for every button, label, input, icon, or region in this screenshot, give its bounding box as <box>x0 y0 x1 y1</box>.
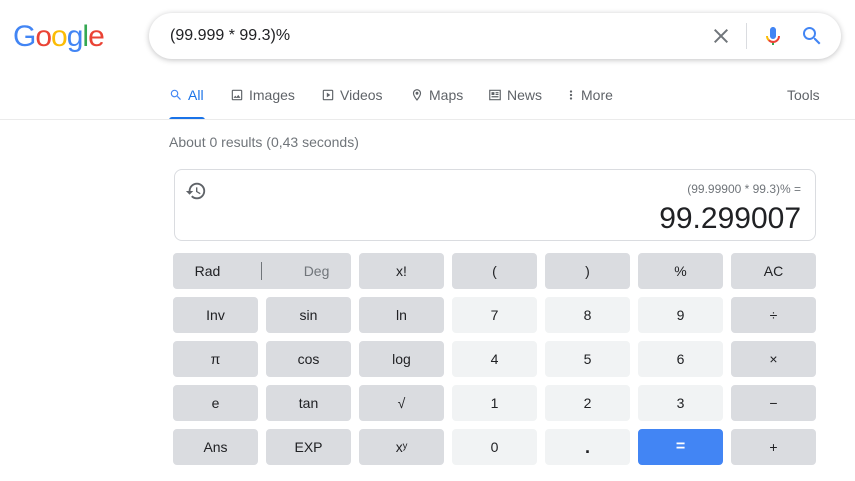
digit-0-key[interactable]: 0 <box>452 429 537 465</box>
tab-more[interactable]: More <box>566 87 613 119</box>
close-paren-key[interactable]: ) <box>545 253 630 289</box>
pi-key[interactable]: π <box>173 341 258 377</box>
percent-key[interactable]: % <box>638 253 723 289</box>
clear-key[interactable]: AC <box>731 253 816 289</box>
sqrt-key[interactable]: √ <box>359 385 444 421</box>
tools-button[interactable]: Tools <box>787 87 820 103</box>
cos-key[interactable]: cos <box>266 341 351 377</box>
news-icon <box>489 89 501 101</box>
digit-8-key[interactable]: 8 <box>545 297 630 333</box>
digit-6-key[interactable]: 6 <box>638 341 723 377</box>
tab-all[interactable]: All <box>169 87 205 120</box>
multiply-key[interactable]: × <box>731 341 816 377</box>
more-vert-icon <box>569 90 573 100</box>
logo-letter: o <box>51 20 68 53</box>
digit-5-key[interactable]: 5 <box>545 341 630 377</box>
rad-button[interactable]: Rad <box>195 263 221 279</box>
ln-key[interactable]: ln <box>359 297 444 333</box>
calculator-expression: (99.99900 * 99.3)% = <box>687 182 801 196</box>
result-stats: About 0 results (0,43 seconds) <box>169 134 359 150</box>
logo-letter: o <box>35 20 52 53</box>
decimal-key[interactable]: . <box>545 429 630 465</box>
tab-label: Videos <box>340 87 383 103</box>
tab-maps[interactable]: Maps <box>410 87 463 119</box>
digit-3-key[interactable]: 3 <box>638 385 723 421</box>
calculator-keypad: Rad Deg x! ( ) % AC Inv sin ln 7 8 9 ÷ π… <box>173 253 817 465</box>
tab-videos[interactable]: Videos <box>321 87 383 119</box>
sin-key[interactable]: sin <box>266 297 351 333</box>
deg-button[interactable]: Deg <box>304 263 330 279</box>
tab-label: Images <box>249 87 295 103</box>
logo-letter: G <box>13 20 36 53</box>
digit-2-key[interactable]: 2 <box>545 385 630 421</box>
open-paren-key[interactable]: ( <box>452 253 537 289</box>
e-key[interactable]: e <box>173 385 258 421</box>
tab-label: News <box>507 87 543 103</box>
image-icon <box>231 89 243 101</box>
digit-9-key[interactable]: 9 <box>638 297 723 333</box>
tab-news[interactable]: News <box>488 87 542 119</box>
inv-key[interactable]: Inv <box>173 297 258 333</box>
search-box[interactable]: (99.999 * 99.3)% <box>149 13 841 59</box>
calculator-result: 99.299007 <box>659 202 801 235</box>
rad-deg-toggle[interactable]: Rad Deg <box>173 253 351 289</box>
calculator-display: (99.99900 * 99.3)% = 99.299007 <box>174 169 816 241</box>
factorial-key[interactable]: x! <box>359 253 444 289</box>
logo-letter: g <box>66 20 84 53</box>
digit-7-key[interactable]: 7 <box>452 297 537 333</box>
tab-label: Maps <box>429 87 464 103</box>
plus-key[interactable]: + <box>731 429 816 465</box>
google-logo[interactable]: Google <box>13 20 105 54</box>
tan-key[interactable]: tan <box>266 385 351 421</box>
tab-label: All <box>188 87 204 103</box>
header-divider <box>0 119 855 120</box>
video-icon <box>322 89 334 101</box>
ans-key[interactable]: Ans <box>173 429 258 465</box>
search-input[interactable]: (99.999 * 99.3)% <box>170 27 290 45</box>
tab-label: More <box>581 87 613 103</box>
close-icon[interactable] <box>709 24 733 48</box>
digit-1-key[interactable]: 1 <box>452 385 537 421</box>
search-icon <box>170 89 181 100</box>
digit-4-key[interactable]: 4 <box>452 341 537 377</box>
power-key[interactable]: xʸ <box>359 429 444 465</box>
rad-deg-separator <box>261 262 263 280</box>
search-icon[interactable] <box>800 24 824 48</box>
minus-key[interactable]: − <box>731 385 816 421</box>
divide-key[interactable]: ÷ <box>731 297 816 333</box>
log-key[interactable]: log <box>359 341 444 377</box>
equals-key[interactable]: = <box>638 429 723 465</box>
exp-key[interactable]: EXP <box>266 429 351 465</box>
tab-images[interactable]: Images <box>230 87 295 119</box>
search-divider <box>746 23 747 49</box>
history-icon[interactable] <box>185 180 207 202</box>
logo-letter: e <box>88 20 105 53</box>
map-pin-icon <box>412 89 422 101</box>
mic-icon[interactable] <box>761 24 785 48</box>
